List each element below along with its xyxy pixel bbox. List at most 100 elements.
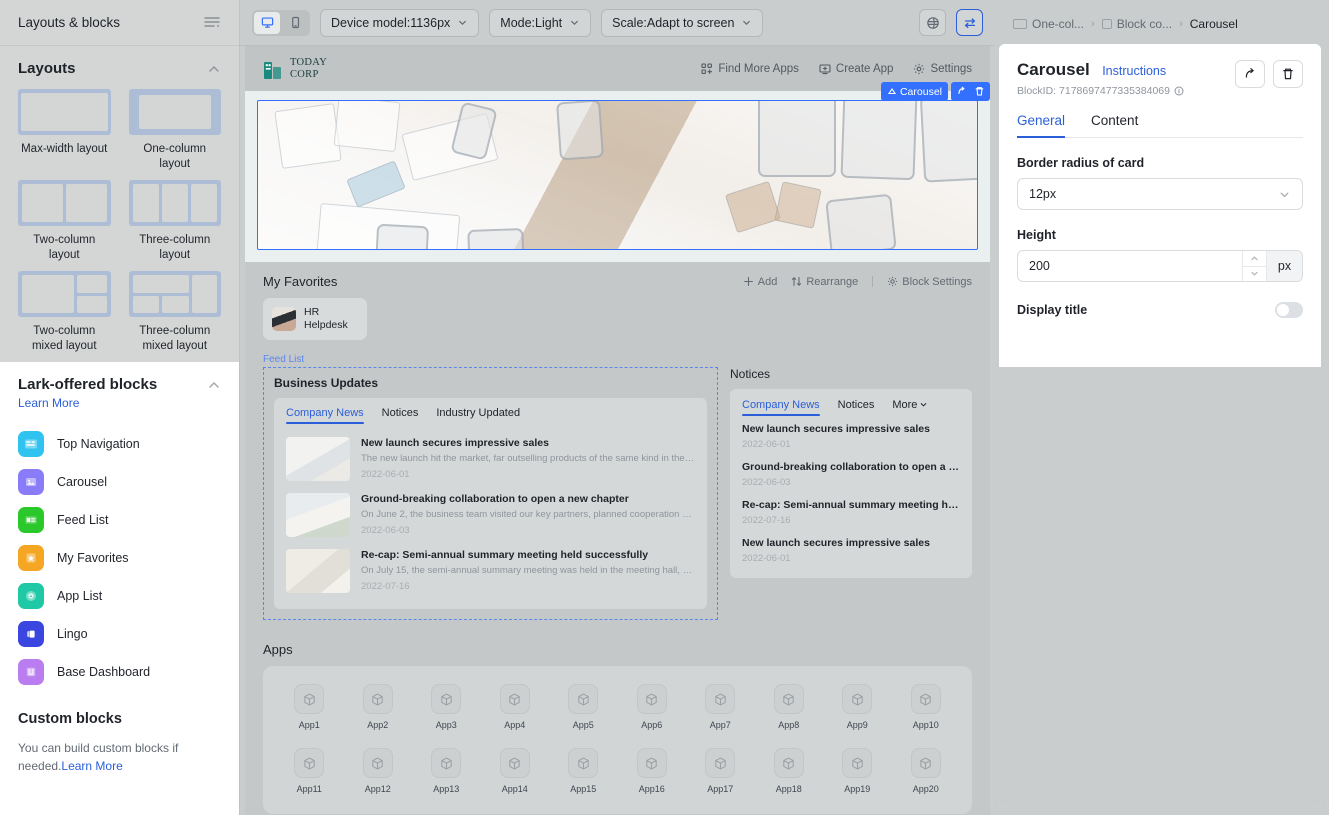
block-item-lingo[interactable]: Lingo [18,615,221,653]
border-radius-select[interactable]: 12px [1017,178,1303,210]
notices-tab-more[interactable]: More [892,399,928,416]
swap-panel-button[interactable] [956,9,983,36]
app-cell[interactable]: App1 [275,684,344,730]
delete-button[interactable] [1273,60,1303,88]
layout-option-max-width[interactable]: Max-width layout [18,89,111,172]
custom-blocks-learn-more-link[interactable]: Learn More [61,759,122,773]
block-item-my-favorites[interactable]: My Favorites [18,539,221,577]
drag-handle-icon [887,87,896,94]
app-cell[interactable]: App19 [823,748,892,794]
app-cube-icon [705,684,736,714]
feed-item-date: 2022-06-01 [361,469,410,480]
top-navigation-icon [18,431,44,457]
device-model-select[interactable]: Device model:1136px [320,8,480,37]
tab-notices[interactable]: Notices [382,407,419,424]
app-cell[interactable]: App9 [823,684,892,730]
breadcrumb-item-one-column[interactable]: One-col... [1013,17,1084,31]
tab-general[interactable]: General [1017,113,1066,138]
rearrange-button[interactable]: Rearrange [791,276,858,288]
tab-content[interactable]: Content [1091,113,1138,137]
app-cell[interactable]: App4 [481,684,550,730]
app-cell[interactable]: App16 [618,748,687,794]
block-item-app-list[interactable]: App List [18,577,221,615]
tab-industry-updated[interactable]: Industry Updated [436,407,520,424]
feed-item-date: 2022-07-16 [361,581,410,592]
app-cell[interactable]: App18 [755,748,824,794]
mode-select[interactable]: Mode:Light [489,8,592,37]
mobile-view-button[interactable] [282,12,308,34]
notices-tab-more-label: More [892,399,918,411]
app-cell[interactable]: App5 [549,684,618,730]
layout-option-three-column-mixed[interactable]: Three-column mixed layout [128,271,221,354]
block-item-top-navigation[interactable]: Top Navigation [18,425,221,463]
desktop-view-button[interactable] [254,11,280,34]
lark-blocks-learn-more-link[interactable]: Learn More [18,396,79,410]
my-favorites-icon [18,545,44,571]
app-cell[interactable]: App13 [412,748,481,794]
app-cell[interactable]: App3 [412,684,481,730]
trash-icon[interactable] [974,86,985,97]
app-cell[interactable]: App14 [481,748,550,794]
selected-block-tag[interactable]: Carousel [880,82,948,101]
layout-option-three-column[interactable]: Three-column layout [128,180,221,263]
layout-option-one-column[interactable]: One-column layout [128,89,221,172]
apps-card: App1 App2 App3 App4 App5 App6 App7 App8 App9 App1… [263,666,972,814]
share-button[interactable] [1235,60,1265,88]
height-input[interactable]: 200 [1018,251,1242,281]
theme-button[interactable] [919,9,946,36]
settings-button[interactable]: Settings [913,63,972,75]
breadcrumb-item-carousel[interactable]: Carousel [1190,17,1238,31]
notices-tab-notices[interactable]: Notices [838,399,875,416]
block-item-feed-list[interactable]: Feed List [18,501,221,539]
block-settings-button[interactable]: Block Settings [887,276,972,288]
panel-collapse-icon[interactable] [203,14,221,32]
right-panel-inner: Carousel Instructions BlockID: 717869747… [999,44,1321,807]
app-cell[interactable]: App10 [892,684,961,730]
stepper-down-button[interactable] [1243,267,1266,282]
app-label: App13 [433,784,460,794]
layout-option-two-column-mixed[interactable]: Two-column mixed layout [18,271,111,354]
feed-item[interactable]: Ground-breaking collaboration to open a … [286,487,695,543]
carousel-image[interactable] [257,100,978,250]
app-cell[interactable]: App6 [618,684,687,730]
app-cell[interactable]: App12 [344,748,413,794]
block-item-carousel[interactable]: Carousel [18,463,221,501]
feed-item[interactable]: New launch secures impressive sales The … [286,431,695,487]
breadcrumb-item-block-container[interactable]: Block co... [1101,17,1172,31]
layouts-section-header[interactable]: Layouts [18,60,221,77]
instructions-link[interactable]: Instructions [1102,64,1166,78]
stepper-up-button[interactable] [1243,251,1266,267]
block-item-base-dashboard[interactable]: Base Dashboard [18,653,221,691]
chevron-up-icon[interactable] [207,62,221,76]
feed-item[interactable]: Re-cap: Semi-annual summary meeting held… [286,543,695,599]
chevron-up-icon[interactable] [207,378,221,392]
settings-label: Settings [930,62,972,75]
tab-company-news[interactable]: Company News [286,407,364,424]
info-icon[interactable] [1174,86,1184,96]
layout-option-two-column[interactable]: Two-column layout [18,180,111,263]
notice-item[interactable]: New launch secures impressive sales 2022… [742,537,960,564]
find-more-apps-button[interactable]: Find More Apps [701,63,799,75]
app-cell[interactable]: App7 [686,684,755,730]
carousel-block[interactable]: Carousel [245,82,990,262]
notices-tab-company-news[interactable]: Company News [742,399,820,416]
app-cell[interactable]: App20 [892,748,961,794]
notice-item[interactable]: Re-cap: Semi-annual summary meeting he..… [742,499,960,526]
add-button[interactable]: Add [743,276,777,288]
scale-select[interactable]: Scale:Adapt to screen [601,8,764,37]
notice-item[interactable]: Ground-breaking collaboration to open a … [742,461,960,488]
notices-card: Company News Notices More New launch sec… [730,389,972,578]
display-title-toggle[interactable] [1275,302,1303,318]
app-cell[interactable]: App17 [686,748,755,794]
app-cell[interactable]: App15 [549,748,618,794]
notice-item[interactable]: New launch secures impressive sales 2022… [742,423,960,450]
business-updates-block[interactable]: Business Updates Company News Notices In… [263,367,718,620]
preview-canvas: TODAY CORP Find More Apps Create App Set… [245,46,990,815]
create-app-button[interactable]: Create App [819,63,893,75]
app-cell[interactable]: App11 [275,748,344,794]
app-cell[interactable]: App8 [755,684,824,730]
lark-blocks-header[interactable]: Lark-offered blocks [18,376,221,393]
favorite-card[interactable]: HR Helpdesk [263,298,367,340]
copy-icon[interactable] [956,86,967,97]
app-cell[interactable]: App2 [344,684,413,730]
